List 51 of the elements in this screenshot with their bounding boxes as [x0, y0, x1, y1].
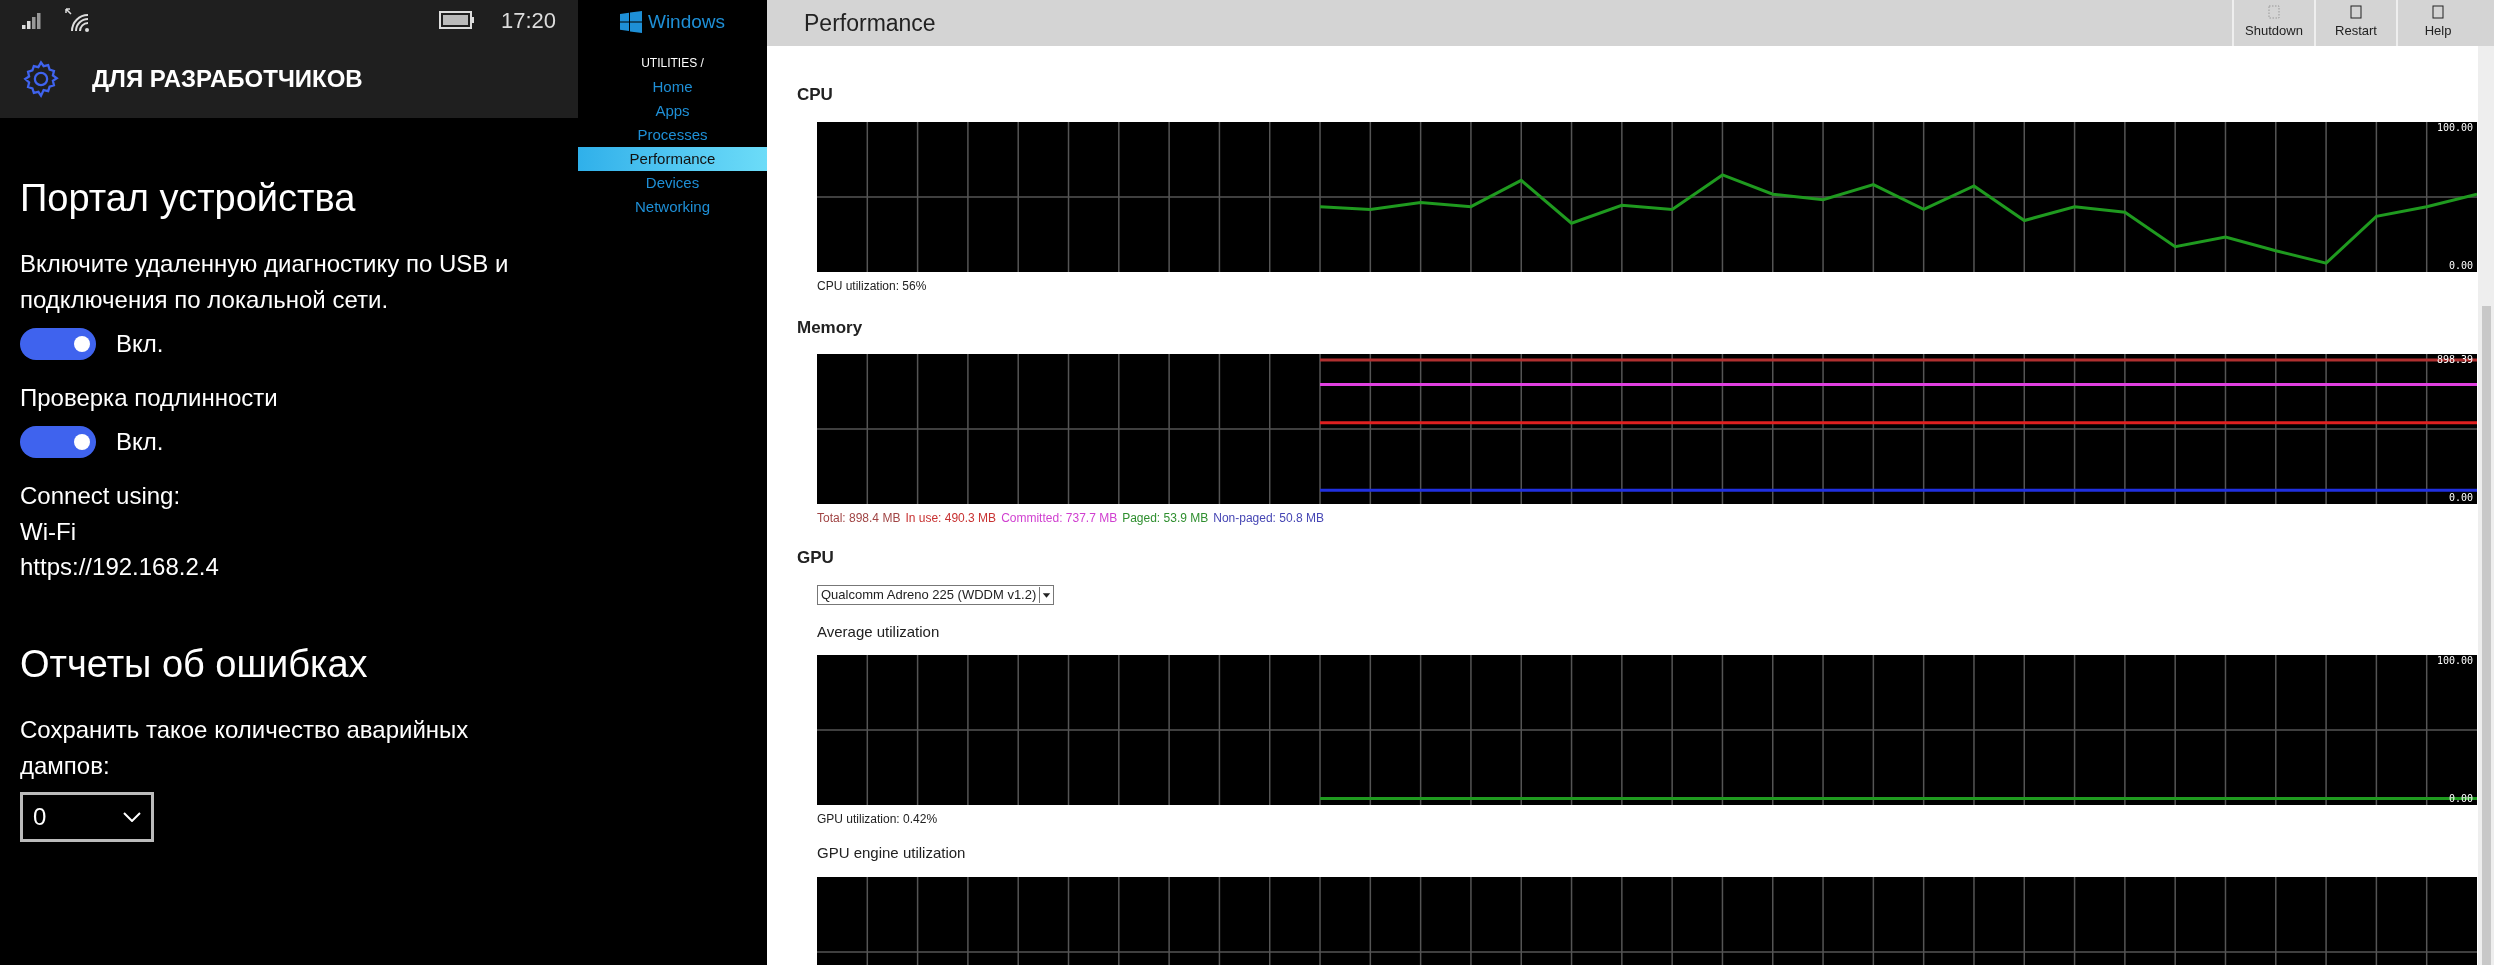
axis-tick-label: 0.00	[2448, 492, 2473, 503]
setting-label: Включите удаленную диагностику по USB и подключения по локальной сети.	[20, 249, 510, 315]
chart-caption: CPU utilization: 56%	[817, 277, 928, 295]
breadcrumb: UTILITIES /	[640, 55, 705, 72]
placeholder-icon	[2432, 5, 2444, 20]
legend-entry: Non-paged: 50.8 MB	[1213, 510, 1324, 527]
nav-item[interactable]: Devices	[578, 171, 767, 195]
toggle-switch[interactable]	[20, 426, 96, 458]
toggle-label: Вкл.	[116, 427, 164, 457]
nav-item[interactable]: Networking	[578, 195, 767, 219]
placeholder-icon	[2268, 5, 2280, 20]
section-title: Memory	[797, 316, 864, 339]
axis-tick-label: 0.00	[2448, 793, 2473, 804]
toggle-switch[interactable]	[20, 328, 96, 360]
chart-caption: GPU utilization: 0.42%	[817, 811, 939, 828]
logo-text: Windows	[647, 9, 726, 34]
placeholder-icon	[2350, 5, 2362, 20]
section-heading: Портал устройства	[20, 176, 357, 221]
nav-item[interactable]: Performance	[578, 147, 767, 171]
wifi-icon	[64, 7, 92, 33]
legend-entry: Total: 898.4 MB	[817, 510, 901, 527]
axis-tick-label: 100.00	[2436, 121, 2473, 133]
legend-entry: Committed: 737.7 MB	[1001, 510, 1118, 527]
section-title: CPU	[797, 84, 834, 106]
section-title: GPU	[797, 547, 835, 569]
legend-entry: In use: 490.3 MB	[905, 510, 997, 527]
setting-label: Проверка подлинности	[20, 383, 279, 413]
section-heading: Отчеты об ошибках	[20, 642, 369, 687]
setting-label: Connect using:	[20, 481, 182, 511]
axis-tick-label: 898.39	[2436, 354, 2473, 365]
scrollbar[interactable]	[2478, 46, 2494, 965]
toggle-label: Вкл.	[116, 329, 164, 359]
legend-entry: Paged: 53.9 MB	[1122, 510, 1209, 527]
info-text: https://192.168.2.4	[20, 552, 220, 582]
axis-tick-label: 100.00	[2436, 655, 2473, 666]
adapter-select[interactable]: Qualcomm Adreno 225 (WDDM v1.2)	[817, 584, 1055, 605]
page-title: Performance	[804, 8, 937, 38]
subsection-title: GPU engine utilization	[817, 843, 967, 863]
setting-label: Сохранить такое количество аварийных дампов:	[20, 715, 470, 781]
status-time: 17:20	[500, 6, 556, 35]
nav-item[interactable]: Home	[578, 75, 767, 99]
nav-item[interactable]: Apps	[578, 99, 767, 123]
subsection-title: Average utilization	[817, 621, 941, 642]
dump-count-dropdown[interactable]: 0	[20, 792, 154, 842]
windows-logo-icon	[619, 11, 642, 33]
battery-icon	[438, 11, 475, 29]
axis-tick-label: 0.00	[2448, 259, 2473, 271]
page-title: ДЛЯ РАЗРАБОТЧИКОВ	[92, 64, 363, 94]
nav-item[interactable]: Processes	[578, 123, 767, 147]
info-text: Wi-Fi	[20, 517, 77, 547]
chevron-down-icon	[123, 812, 141, 822]
